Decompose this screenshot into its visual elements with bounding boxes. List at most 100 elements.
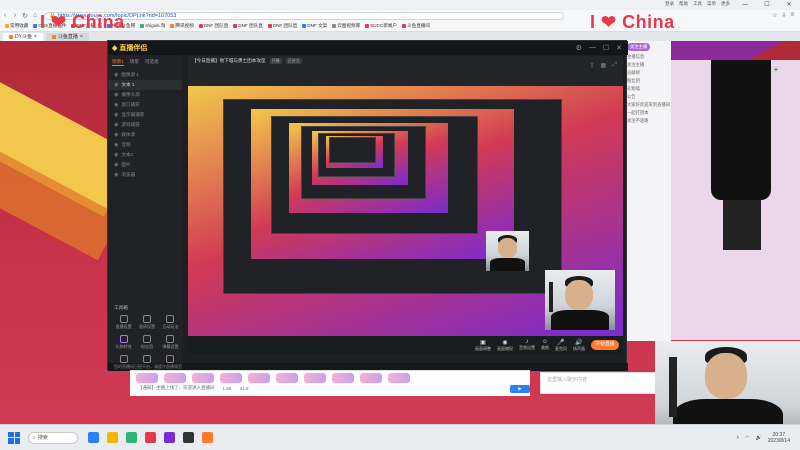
toolbar-action[interactable]: ◉ 画面捕捉 — [497, 339, 513, 352]
eye-icon[interactable]: ◉ — [114, 122, 118, 128]
taskbar-app-icon[interactable] — [183, 432, 194, 443]
close-button[interactable]: ✕ — [778, 0, 800, 10]
eye-icon[interactable]: ◉ — [114, 162, 118, 168]
star-icon[interactable]: ☆ — [772, 12, 777, 19]
tool-button[interactable]: 互动玩法 — [159, 315, 182, 330]
sidebar-tab[interactable]: 场景1 — [112, 59, 124, 66]
start-button-icon[interactable] — [8, 431, 20, 444]
download-icon[interactable]: ⇩ — [781, 12, 786, 19]
wifi-icon[interactable]: ◠ — [745, 435, 749, 441]
bookmark-item[interactable]: DNF 文案 — [302, 23, 327, 29]
clock[interactable]: 20:37 2023/8/14 — [768, 432, 790, 444]
gift-icon[interactable] — [388, 373, 410, 383]
gift-icon[interactable] — [248, 373, 270, 383]
toolbar-action[interactable]: 🎤 麦克风 — [555, 339, 567, 352]
tab-second[interactable]: 斗鱼直播 × — [45, 33, 89, 41]
maximize-button[interactable]: ☐ — [756, 0, 778, 10]
start-live-button[interactable]: 开始直播 — [591, 340, 619, 350]
toolbar-action[interactable]: ☺ 美颜 — [541, 339, 549, 351]
menu-icon[interactable]: ≡ — [790, 12, 794, 19]
minimize-button[interactable]: — — [734, 0, 756, 10]
scene-item[interactable]: ◉ 音频 — [108, 140, 182, 150]
follow-badge[interactable]: 关注主播 — [627, 43, 651, 51]
scene-item[interactable]: ◉ 游戏捕获 — [108, 120, 182, 130]
taskbar-app-icon[interactable] — [126, 432, 137, 443]
reload-icon[interactable]: ↻ — [20, 12, 30, 20]
tool-button[interactable]: 直播设置 — [112, 315, 135, 330]
eye-icon[interactable]: ◉ — [114, 102, 118, 108]
toolbar-action[interactable]: ♪ 音频设置 — [519, 339, 535, 351]
add-icon[interactable]: + — [771, 65, 781, 75]
volume-icon[interactable]: 🔊 — [756, 435, 762, 441]
scene-item[interactable]: ◉ 媒体源 — [108, 130, 182, 140]
top-menu-item[interactable]: 更多 — [721, 1, 730, 7]
scene-item[interactable]: ◉ 图片 — [108, 160, 182, 170]
eye-icon[interactable]: ◉ — [114, 132, 118, 138]
scene-item[interactable]: ◉ 浏览器 — [108, 170, 182, 180]
top-menu-item[interactable]: 登录 — [665, 1, 674, 7]
gift-icon[interactable] — [164, 373, 186, 383]
taskbar-app-icon[interactable] — [107, 432, 118, 443]
scene-item[interactable]: ◉ 文本2 — [108, 150, 182, 160]
taskbar-app-icon[interactable] — [88, 432, 99, 443]
maximize-icon[interactable]: ☐ — [603, 44, 609, 52]
tool-button[interactable]: 礼物特效 — [112, 335, 135, 350]
eye-icon[interactable]: ◉ — [114, 142, 118, 148]
eye-icon[interactable]: ◉ — [114, 92, 118, 98]
chevron-up-icon[interactable]: ˄ — [736, 435, 739, 441]
bookmark-item[interactable]: 常用收藏 — [5, 23, 28, 29]
send-button[interactable]: ▶ — [510, 385, 530, 393]
bookmark-item[interactable]: 斗鱼直播间 — [402, 23, 430, 29]
close-tab-icon[interactable]: × — [34, 33, 37, 41]
taskbar-app-icon[interactable] — [164, 432, 175, 443]
scene-item[interactable]: ◉ 显示器捕获 — [108, 110, 182, 120]
fullscreen-icon[interactable]: ⤢ — [612, 62, 617, 69]
tool-button[interactable]: 粉丝团 — [135, 335, 158, 350]
sidebar-tab[interactable]: 场景 — [130, 59, 139, 66]
settings-icon[interactable]: ⚙ — [576, 44, 582, 52]
gift-icon[interactable] — [304, 373, 326, 383]
eye-icon[interactable]: ◉ — [114, 72, 118, 78]
eye-icon[interactable]: ◉ — [114, 112, 118, 118]
scene-item[interactable]: ◉ 摄像头源 — [108, 90, 182, 100]
gift-icon[interactable] — [276, 373, 298, 383]
bookmark-item[interactable]: DNF 团队直 — [233, 23, 263, 29]
gift-icon[interactable] — [360, 373, 382, 383]
scene-item[interactable]: ◉ 窗口捕获 — [108, 100, 182, 110]
minimize-icon[interactable]: — — [589, 44, 596, 52]
gift-icon[interactable] — [220, 373, 242, 383]
bookmark-item[interactable]: SUCC新闻户 — [365, 23, 397, 29]
top-menu-item[interactable]: 工具 — [693, 1, 702, 7]
eye-icon[interactable]: ◉ — [114, 82, 118, 88]
gift-icon[interactable] — [332, 373, 354, 383]
tool-button[interactable]: 画质设置 — [135, 315, 158, 330]
top-menu-item[interactable]: 菜单 — [707, 1, 716, 7]
bookmark-item[interactable]: DNF 团队直 — [267, 23, 297, 29]
toolbar-action[interactable]: ▣ 画面调整 — [475, 339, 491, 352]
scene-item[interactable]: ◉ 文本 1 — [108, 80, 182, 90]
eye-icon[interactable]: ◉ — [114, 152, 118, 158]
bookmark-item[interactable]: shiguiti.淘 — [140, 23, 165, 29]
close-tab-icon[interactable]: × — [80, 33, 83, 41]
room-pill[interactable]: 开播 — [269, 58, 282, 64]
layout-icon[interactable]: ▦ — [601, 62, 607, 69]
forward-icon[interactable]: › — [10, 12, 20, 19]
gift-icon[interactable] — [192, 373, 214, 383]
bookmark-item[interactable]: DNF 团队直 — [198, 23, 228, 29]
sidebar-tab[interactable]: 可选组 — [145, 59, 159, 66]
top-menu-item[interactable]: 帮助 — [679, 1, 688, 7]
taskbar-search[interactable]: ⌕ 搜索 — [28, 431, 78, 444]
taskbar-app-icon[interactable] — [145, 432, 156, 443]
back-icon[interactable]: ‹ — [0, 12, 10, 19]
taskbar-app-icon[interactable] — [202, 432, 213, 443]
close-icon[interactable]: ✕ — [616, 44, 622, 52]
tab-douyu[interactable]: DY斗鱼 × — [3, 33, 43, 41]
scene-item[interactable]: ◉ 图像源 1 — [108, 70, 182, 80]
chat-input[interactable]: 这里输入聊天内容 — [540, 372, 660, 394]
share-icon[interactable]: ⇪ — [589, 62, 594, 69]
room-pill[interactable]: 已关注 — [285, 58, 302, 64]
toolbar-action[interactable]: 🔊 扬声器 — [573, 339, 585, 352]
home-icon[interactable]: ⌂ — [30, 12, 40, 19]
bookmark-item[interactable]: 腾讯视频 — [170, 23, 194, 29]
tool-button[interactable]: 弹幕设置 — [159, 335, 182, 350]
